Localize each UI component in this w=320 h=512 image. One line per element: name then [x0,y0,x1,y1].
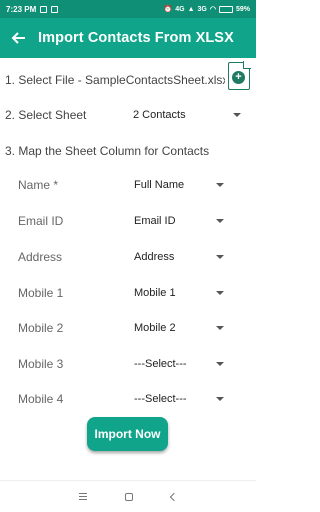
field-label: Mobile 4 [18,392,64,406]
field-label: Mobile 2 [18,321,64,335]
back-icon[interactable] [169,492,179,501]
field-dropdown-value: ---Select--- [134,393,187,405]
app-bar: Import Contacts From XLSX [0,18,256,58]
system-nav-bar [0,480,256,512]
status-bar: 7:23 PM ⏰ 4G ▲ 3G ◠ 59% [0,0,256,18]
field-row-mobile2: Mobile 2 Mobile 2 [0,317,256,339]
chevron-down-icon [216,219,224,223]
select-sheet-row: 2. Select Sheet 2 Contacts [0,104,256,126]
page-title: Import Contacts From XLSX [38,30,234,46]
field-label: Email ID [18,214,64,228]
select-file-row[interactable]: 1. Select File - SampleContactsSheet.xls… [0,68,256,92]
field-dropdown[interactable]: Mobile 1 [134,282,230,304]
arrow-left-icon[interactable] [0,18,38,58]
field-label: Mobile 3 [18,357,64,371]
field-row-mobile4: Mobile 4 ---Select--- [0,388,256,410]
field-dropdown[interactable]: ---Select--- [134,353,230,375]
field-dropdown-value: Mobile 2 [134,322,176,334]
sheet-dropdown[interactable]: 2 Contacts [133,104,245,126]
field-row-mobile1: Mobile 1 Mobile 1 [0,282,256,304]
notification-icon [51,5,59,13]
field-label: Name * [18,178,59,192]
wifi-icon: ◠ [209,6,216,13]
field-dropdown-value: Email ID [134,215,176,227]
chevron-down-icon [216,326,224,330]
select-sheet-label: 2. Select Sheet [5,108,87,122]
chevron-down-icon [216,291,224,295]
alarm-icon: ⏰ [163,6,173,13]
network-right-label: 3G [197,5,207,13]
file-fold [243,61,251,69]
field-row-mobile3: Mobile 3 ---Select--- [0,353,256,375]
field-dropdown[interactable]: Address [134,246,230,268]
add-file-icon[interactable]: + [228,61,251,90]
arrow-left-icon-svg [11,32,25,44]
field-row-address: Address Address [0,246,256,268]
select-file-label: 1. Select File - SampleContactsSheet.xls… [5,73,225,87]
chevron-down-icon [216,255,224,259]
field-label: Mobile 1 [18,286,64,300]
field-dropdown[interactable]: ---Select--- [134,388,230,410]
network-left-label: 4G [175,5,185,13]
chevron-down-icon [233,113,241,117]
home-icon[interactable] [125,492,133,501]
plus-icon: + [232,71,245,84]
field-row-name: Name * Full Name [0,174,256,196]
field-dropdown-value: Address [134,251,175,263]
battery-percent: 59% [235,5,250,13]
field-dropdown-value: ---Select--- [134,358,187,370]
sheet-dropdown-value: 2 Contacts [133,109,186,121]
notification-icon [40,5,48,13]
chevron-down-icon [216,362,224,366]
status-time: 7:23 PM [6,4,37,14]
chevron-down-icon [216,397,224,401]
map-columns-row: 3. Map the Sheet Column for Contacts [0,140,256,162]
field-dropdown[interactable]: Email ID [134,210,230,232]
field-dropdown[interactable]: Mobile 2 [134,317,230,339]
field-dropdown-value: Mobile 1 [134,287,176,299]
field-label: Address [18,250,63,264]
battery-icon [218,5,233,13]
map-columns-label: 3. Map the Sheet Column for Contacts [5,144,210,158]
import-now-button[interactable]: Import Now [87,417,168,451]
signal-icon: ▲ [187,5,195,13]
field-dropdown[interactable]: Full Name [134,174,230,196]
chevron-down-icon [216,183,224,187]
recent-apps-icon[interactable] [79,493,87,500]
field-row-email: Email ID Email ID [0,210,256,232]
field-dropdown-value: Full Name [134,179,185,191]
